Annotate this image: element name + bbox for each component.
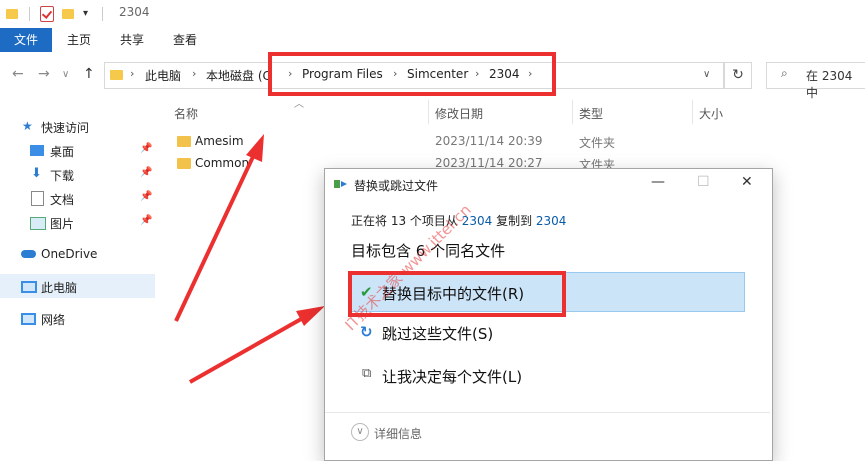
annotation-arrow [189, 306, 325, 384]
dialog-title: 替换或跳过文件 [354, 179, 439, 193]
close-button[interactable]: ✕ [741, 174, 753, 190]
annotation-arrow [174, 134, 264, 322]
chevron-down-icon[interactable]: ∨ [351, 423, 369, 441]
decide-each-option[interactable]: 让我决定每个文件(L) [382, 366, 522, 387]
minimize-button[interactable]: — [651, 174, 665, 190]
decide-each-icon: ⧉ [362, 366, 372, 381]
target-link[interactable]: 2304 [536, 214, 567, 228]
divider [325, 412, 770, 413]
copy-icon [334, 180, 347, 188]
more-details-button[interactable]: 详细信息 [374, 425, 422, 442]
skip-files-option[interactable]: 跳过这些文件(S) [382, 323, 493, 344]
maximize-button: ☐ [697, 174, 710, 190]
status-text: 复制到 [492, 214, 536, 228]
